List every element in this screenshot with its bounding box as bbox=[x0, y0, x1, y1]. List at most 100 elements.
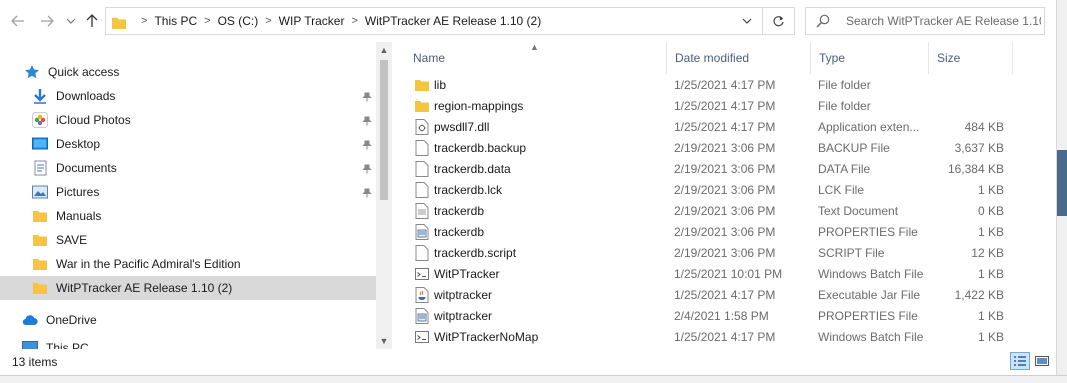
column-header-date-modified[interactable]: Date modified bbox=[667, 42, 811, 74]
sidebar-item-quick-access[interactable]: Quick access bbox=[24, 60, 119, 84]
file-row[interactable]: lib 1/25/2021 4:17 PM File folder bbox=[408, 75, 1008, 96]
column-header-name[interactable]: Name bbox=[405, 42, 667, 74]
pin-icon[interactable] bbox=[362, 188, 372, 198]
window-bottom-edge bbox=[0, 375, 1067, 383]
sidebar-item-save[interactable]: SAVE bbox=[32, 228, 87, 252]
search-icon bbox=[816, 14, 830, 28]
details-view-icon bbox=[1014, 356, 1026, 366]
scroll-down-arrow-icon[interactable]: ▼ bbox=[376, 333, 392, 349]
blank-file-icon bbox=[415, 140, 429, 156]
pin-icon[interactable] bbox=[362, 92, 372, 102]
pin-icon[interactable] bbox=[362, 140, 372, 150]
folder-icon bbox=[112, 17, 126, 29]
folder-icon bbox=[33, 283, 47, 294]
text-file-icon bbox=[415, 203, 429, 219]
file-row[interactable]: witptracker 2/4/2021 1:58 PM PROPERTIES … bbox=[408, 306, 1008, 327]
chevron-down-icon bbox=[742, 18, 752, 24]
breadcrumb-os-c[interactable]: OS (C:) bbox=[218, 14, 259, 28]
dll-icon bbox=[415, 119, 429, 135]
pin-icon[interactable] bbox=[362, 116, 372, 126]
sidebar-item-label: Manuals bbox=[56, 209, 102, 223]
blank-file-icon bbox=[415, 245, 429, 261]
breadcrumb-wip-tracker[interactable]: WIP Tracker bbox=[279, 14, 345, 28]
folder-icon bbox=[415, 80, 429, 91]
breadcrumb-separator: > bbox=[141, 15, 148, 27]
background-window-edge bbox=[1056, 0, 1067, 383]
breadcrumb-separator: > bbox=[351, 15, 358, 27]
back-button[interactable] bbox=[7, 10, 29, 32]
search-placeholder: Search WitPTracker AE Release 1.10 (2) bbox=[846, 14, 1041, 28]
file-explorer-window: > This PC > OS (C:) > WIP Tracker > WitP… bbox=[0, 0, 1056, 383]
recent-locations-button[interactable] bbox=[60, 10, 82, 32]
file-row[interactable]: WitPTrackerNoMap 1/25/2021 4:17 PM Windo… bbox=[408, 327, 1008, 348]
sidebar-item-downloads[interactable]: Downloads bbox=[32, 84, 115, 108]
back-arrow-icon bbox=[11, 15, 24, 27]
column-header-type[interactable]: Type bbox=[811, 42, 929, 74]
folder-icon bbox=[415, 101, 429, 112]
pictures-icon bbox=[32, 185, 48, 199]
file-row[interactable]: trackerdb 2/19/2021 3:06 PM Text Documen… bbox=[408, 201, 1008, 222]
status-bar: 13 items bbox=[0, 349, 1056, 375]
details-view-button[interactable] bbox=[1010, 352, 1030, 370]
breadcrumb-current-folder[interactable]: WitPTracker AE Release 1.10 (2) bbox=[365, 14, 541, 28]
sidebar-item-this-pc[interactable]: This PC bbox=[22, 336, 89, 349]
sidebar-item-manuals[interactable]: Manuals bbox=[32, 204, 101, 228]
file-row[interactable]: witptracker 1/25/2021 4:17 PM Executable… bbox=[408, 285, 1008, 306]
sidebar-item-pictures[interactable]: Pictures bbox=[32, 180, 99, 204]
sidebar-item-desktop[interactable]: Desktop bbox=[32, 132, 100, 156]
scrollbar-thumb[interactable] bbox=[380, 60, 388, 200]
download-arrow-icon bbox=[34, 89, 46, 104]
file-row[interactable]: region-mappings 1/25/2021 4:17 PM File f… bbox=[408, 96, 1008, 117]
chevron-down-icon bbox=[66, 18, 76, 24]
sidebar-item-label: WitPTracker AE Release 1.10 (2) bbox=[56, 281, 233, 295]
pin-icon[interactable] bbox=[362, 164, 372, 174]
sidebar-item-onedrive[interactable]: OneDrive bbox=[22, 308, 97, 332]
properties-file-icon bbox=[415, 224, 429, 240]
blank-file-icon bbox=[415, 182, 429, 198]
navigation-bar: > This PC > OS (C:) > WIP Tracker > WitP… bbox=[0, 0, 1056, 42]
sidebar-item-documents[interactable]: Documents bbox=[32, 156, 117, 180]
file-row[interactable]: WitPTracker 1/25/2021 10:01 PM Windows B… bbox=[408, 264, 1008, 285]
sidebar-item-label: Desktop bbox=[56, 137, 101, 151]
address-bar[interactable]: > This PC > OS (C:) > WIP Tracker > WitP… bbox=[105, 7, 795, 35]
sidebar-item-label: Pictures bbox=[56, 185, 100, 199]
file-row[interactable]: trackerdb.lck 2/19/2021 3:06 PM LCK File… bbox=[408, 180, 1008, 201]
sidebar-item-label: iCloud Photos bbox=[56, 113, 131, 127]
sidebar-item-witptracker-release[interactable]: WitPTracker AE Release 1.10 (2) bbox=[0, 276, 376, 300]
forward-button[interactable] bbox=[36, 10, 58, 32]
navigation-pane-scrollbar[interactable]: ▲ ▼ bbox=[376, 42, 392, 349]
address-dropdown-button[interactable] bbox=[732, 8, 762, 34]
file-row[interactable]: trackerdb.data 2/19/2021 3:06 PM DATA Fi… bbox=[408, 159, 1008, 180]
large-icons-view-button[interactable] bbox=[1032, 352, 1052, 370]
search-box[interactable]: Search WitPTracker AE Release 1.10 (2) bbox=[805, 7, 1045, 35]
icloud-photos-icon bbox=[32, 112, 48, 128]
sidebar-item-label: War in the Pacific Admiral's Edition bbox=[56, 257, 241, 271]
sidebar-item-label: Quick access bbox=[48, 65, 120, 79]
file-row[interactable]: trackerdb.script 2/19/2021 3:06 PM SCRIP… bbox=[408, 243, 1008, 264]
breadcrumb-this-pc[interactable]: This PC bbox=[154, 14, 197, 28]
file-row[interactable]: pwsdll7.dll 1/25/2021 4:17 PM Applicatio… bbox=[408, 117, 1008, 138]
breadcrumb-separator: > bbox=[265, 15, 272, 27]
desktop-icon bbox=[32, 137, 48, 150]
batch-file-icon bbox=[415, 331, 429, 343]
folder-icon bbox=[33, 259, 47, 270]
sidebar-item-label: Downloads bbox=[56, 89, 116, 103]
batch-file-icon bbox=[415, 268, 429, 280]
scroll-up-arrow-icon[interactable]: ▲ bbox=[376, 42, 392, 58]
breadcrumb-separator: > bbox=[204, 15, 211, 27]
column-header-size[interactable]: Size bbox=[929, 42, 1013, 74]
folder-icon bbox=[33, 235, 47, 246]
blank-file-icon bbox=[415, 161, 429, 177]
sidebar-item-label: Documents bbox=[56, 161, 117, 175]
file-row[interactable]: trackerdb.backup 2/19/2021 3:06 PM BACKU… bbox=[408, 138, 1008, 159]
refresh-button[interactable] bbox=[762, 8, 794, 34]
sidebar-item-war-in-the-pacific[interactable]: War in the Pacific Admiral's Edition bbox=[32, 252, 241, 276]
folder-icon bbox=[33, 211, 47, 222]
file-row[interactable]: trackerdb 2/19/2021 3:06 PM PROPERTIES F… bbox=[408, 222, 1008, 243]
up-button[interactable] bbox=[81, 10, 103, 32]
star-icon bbox=[25, 65, 39, 79]
file-list: ▲ Name Date modified Type Size lib 1/25/… bbox=[392, 42, 1056, 349]
sidebar-item-icloud-photos[interactable]: iCloud Photos bbox=[32, 108, 131, 132]
large-icons-view-icon bbox=[1035, 356, 1049, 366]
up-arrow-icon bbox=[86, 14, 98, 27]
